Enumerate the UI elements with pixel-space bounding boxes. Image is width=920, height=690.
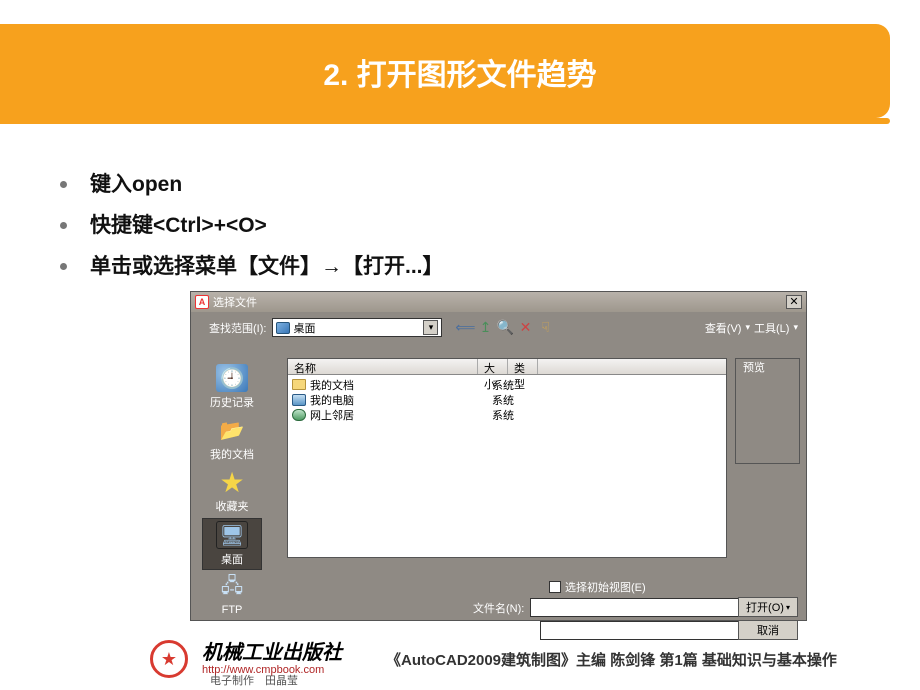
desktop-icon: [276, 322, 290, 334]
dialog-titlebar: A 选择文件 ✕: [191, 292, 806, 312]
initial-view-row: 选择初始视图(E): [549, 579, 646, 595]
view-menu-label[interactable]: 查看(V): [705, 320, 742, 336]
initial-view-checkbox[interactable]: [549, 581, 561, 593]
chevron-down-icon: ▾: [786, 603, 790, 612]
places-sidebar: 🕘 历史记录 📂 我的文档 ★ 收藏夹 🖥 桌面 🖧 FTP: [191, 358, 273, 620]
row-name: 我的文档: [310, 377, 488, 393]
preview-label: 预览: [743, 359, 765, 375]
desktop-icon: 🖥: [216, 521, 248, 549]
publisher-name: 机械工业出版社: [202, 642, 342, 664]
open-button[interactable]: 打开(O) ▾: [738, 597, 798, 617]
sidebar-item-mydocs[interactable]: 📂 我的文档: [202, 414, 262, 464]
file-list[interactable]: 名称 大小 类型 我的文档 系统 我的电脑 系统 网上邻居 系统: [287, 358, 727, 558]
network-icon: [292, 409, 306, 421]
book-reference: 《AutoCAD2009建筑制图》主编 陈剑锋 第1篇 基础知识与基本操作: [386, 649, 837, 670]
look-in-label: 查找范围(I):: [209, 320, 266, 336]
sidebar-item-ftp[interactable]: 🖧 FTP: [202, 572, 262, 618]
look-in-combo[interactable]: 桌面 ▾: [272, 318, 442, 337]
row-type: 系统: [492, 407, 514, 423]
cancel-button[interactable]: 取消: [738, 620, 798, 640]
chevron-down-icon[interactable]: ▾: [423, 320, 438, 335]
mydocs-icon: 📂: [216, 416, 248, 444]
sidebar-item-label: 收藏夹: [216, 501, 249, 513]
chevron-down-icon[interactable]: ▾: [745, 322, 750, 333]
filetype-value: 图形 (*.dwg): [545, 623, 605, 639]
row-name: 网上邻居: [310, 407, 488, 423]
initial-view-label: 选择初始视图(E): [565, 579, 646, 595]
col-name[interactable]: 名称: [288, 359, 478, 374]
bullet-item: 键入open: [80, 164, 444, 205]
slide-title: 2. 打开图形文件趋势: [0, 50, 920, 94]
file-list-rows: 我的文档 系统 我的电脑 系统 网上邻居 系统: [288, 375, 726, 424]
sidebar-item-history[interactable]: 🕘 历史记录: [202, 362, 262, 412]
sidebar-item-label: FTP: [222, 604, 243, 616]
close-icon[interactable]: ✕: [786, 295, 802, 309]
dialog-title-text: 选择文件: [213, 294, 782, 310]
nav-icon-group: ⟸ ↥ 🔍 ✕ ☟: [456, 319, 554, 337]
chevron-down-icon[interactable]: ▾: [793, 322, 798, 333]
list-item[interactable]: 我的电脑 系统: [292, 392, 722, 407]
publisher-logo-icon: [150, 640, 188, 678]
credit-line: 电子制作 田晶莹: [210, 672, 298, 688]
col-type[interactable]: 类型: [508, 359, 538, 374]
open-button-label: 打开(O): [746, 599, 784, 615]
list-item[interactable]: 网上邻居 系统: [292, 407, 722, 422]
row-type: 系统: [492, 392, 514, 408]
tools-menu-label[interactable]: 工具(L): [754, 320, 789, 336]
bullet-list: 键入open 快捷键<Ctrl>+<O> 单击或选择菜单【文件】→【打开...】: [80, 164, 444, 287]
list-item[interactable]: 我的文档 系统: [292, 377, 722, 392]
delete-icon[interactable]: ✕: [516, 319, 534, 337]
sidebar-item-desktop[interactable]: 🖥 桌面: [202, 518, 262, 570]
publisher-block: 机械工业出版社 http://www.cmpbook.com: [202, 642, 342, 676]
filetype-label: 文件类型(T):: [473, 623, 534, 639]
filename-row: 文件名(N): ▾: [473, 598, 782, 617]
up-icon[interactable]: ↥: [476, 319, 494, 337]
hand-icon[interactable]: ☟: [536, 319, 554, 337]
title-underline: [0, 118, 890, 124]
file-list-header: 名称 大小 类型: [288, 359, 726, 375]
cancel-button-label: 取消: [757, 622, 779, 638]
file-open-dialog: A 选择文件 ✕ 查找范围(I): 桌面 ▾ ⟸ ↥ 🔍 ✕ ☟ 查看(V) ▾…: [190, 291, 807, 621]
filename-label: 文件名(N):: [473, 600, 524, 616]
sidebar-item-label: 历史记录: [210, 397, 254, 409]
col-size[interactable]: 大小: [478, 359, 508, 374]
look-in-value: 桌面: [293, 320, 315, 336]
search-icon[interactable]: 🔍: [496, 319, 514, 337]
row-name: 我的电脑: [310, 392, 488, 408]
folder-icon: [292, 379, 306, 390]
bullet-item: 单击或选择菜单【文件】→【打开...】: [80, 246, 444, 287]
computer-icon: [292, 394, 306, 406]
history-icon: 🕘: [216, 364, 248, 392]
back-icon[interactable]: ⟸: [456, 319, 474, 337]
star-icon: ★: [216, 468, 248, 496]
sidebar-item-label: 桌面: [221, 554, 243, 566]
dialog-topbar: 查找范围(I): 桌面 ▾ ⟸ ↥ 🔍 ✕ ☟ 查看(V) ▾ 工具(L) ▾: [209, 318, 798, 337]
row-type: 系统: [492, 377, 514, 393]
app-icon: A: [195, 295, 209, 309]
bullet-item: 快捷键<Ctrl>+<O>: [80, 205, 444, 246]
dialog-body: 查找范围(I): 桌面 ▾ ⟸ ↥ 🔍 ✕ ☟ 查看(V) ▾ 工具(L) ▾: [191, 313, 806, 620]
sidebar-item-label: 我的文档: [210, 449, 254, 461]
sidebar-item-favorites[interactable]: ★ 收藏夹: [202, 466, 262, 516]
ftp-icon: 🖧: [216, 574, 248, 602]
topbar-right: 查看(V) ▾ 工具(L) ▾: [705, 320, 798, 336]
